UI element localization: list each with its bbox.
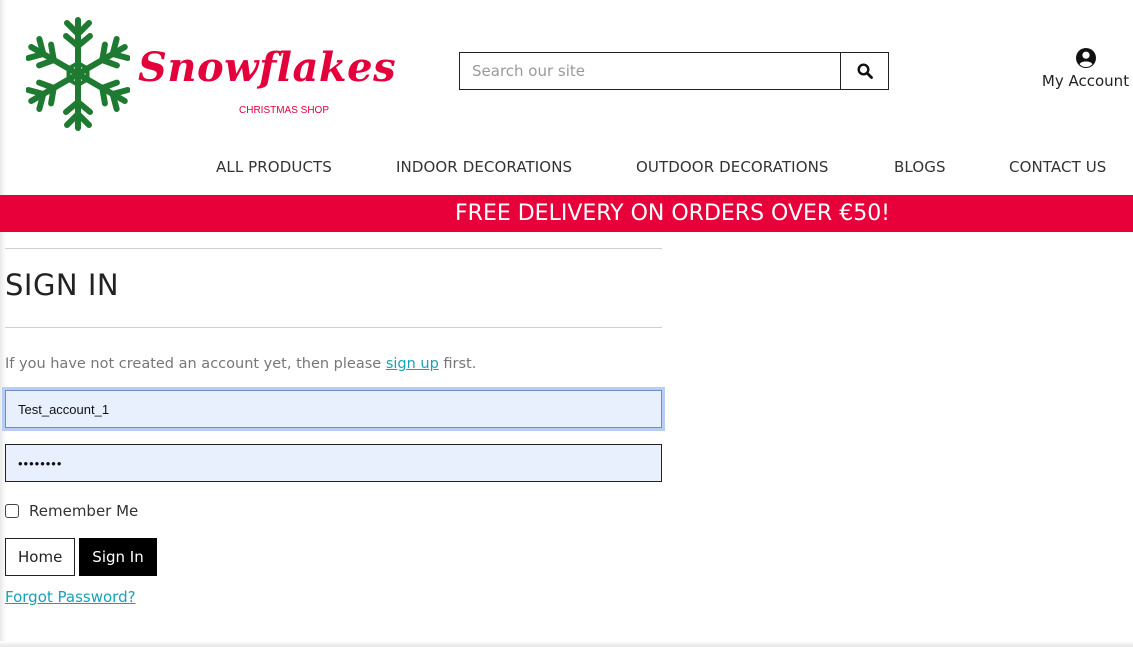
form-buttons: Home Sign In [5, 538, 662, 576]
remember-me-row: Remember Me [5, 502, 662, 520]
username-field[interactable] [5, 390, 662, 428]
signup-link[interactable]: sign up [386, 356, 439, 372]
user-circle-icon [1075, 48, 1096, 68]
divider-bottom [5, 327, 662, 328]
search-form [459, 52, 889, 90]
nav-indoor-decorations[interactable]: INDOOR DECORATIONS [396, 158, 572, 176]
page-title: SIGN IN [5, 268, 120, 302]
remember-me-checkbox[interactable] [5, 504, 19, 518]
nav-all-products[interactable]: ALL PRODUCTS [216, 158, 332, 176]
logo-tagline: CHRISTMAS SHOP [239, 105, 330, 116]
my-account-label: My Account [1041, 72, 1130, 90]
nav-contact-us[interactable]: CONTACT US [1009, 158, 1106, 176]
signin-panel: SIGN IN If you have not created an accou… [5, 248, 662, 606]
delivery-banner-text: FREE DELIVERY ON ORDERS OVER €50! [455, 201, 891, 226]
page: Snowflakes CHRISTMAS SHOP My Account ALL… [0, 0, 1133, 647]
nav-outdoor-decorations[interactable]: OUTDOOR DECORATIONS [636, 158, 829, 176]
snowflake-icon [26, 17, 130, 131]
delivery-banner: FREE DELIVERY ON ORDERS OVER €50! [0, 195, 1133, 232]
password-field[interactable] [5, 444, 662, 482]
remember-me-label: Remember Me [29, 502, 139, 520]
signup-prompt: If you have not created an account yet, … [5, 356, 662, 372]
main-nav: ALL PRODUCTS INDOOR DECORATIONS OUTDOOR … [0, 158, 1133, 180]
search-input[interactable] [460, 53, 840, 89]
search-icon [856, 63, 873, 79]
nav-blogs[interactable]: BLOGS [894, 158, 946, 176]
home-button[interactable]: Home [5, 538, 76, 576]
my-account-link[interactable]: My Account [1038, 47, 1133, 90]
forgot-password-link[interactable]: Forgot Password? [5, 588, 136, 606]
site-logo[interactable]: Snowflakes CHRISTMAS SHOP [26, 16, 396, 132]
bottom-edge-shadow [0, 641, 1133, 647]
signup-prompt-after: first. [438, 356, 477, 372]
search-button[interactable] [840, 53, 888, 89]
signin-button[interactable]: Sign In [79, 538, 157, 576]
signup-prompt-before: If you have not created an account yet, … [5, 356, 386, 372]
logo-wordmark: Snowflakes [138, 44, 397, 91]
